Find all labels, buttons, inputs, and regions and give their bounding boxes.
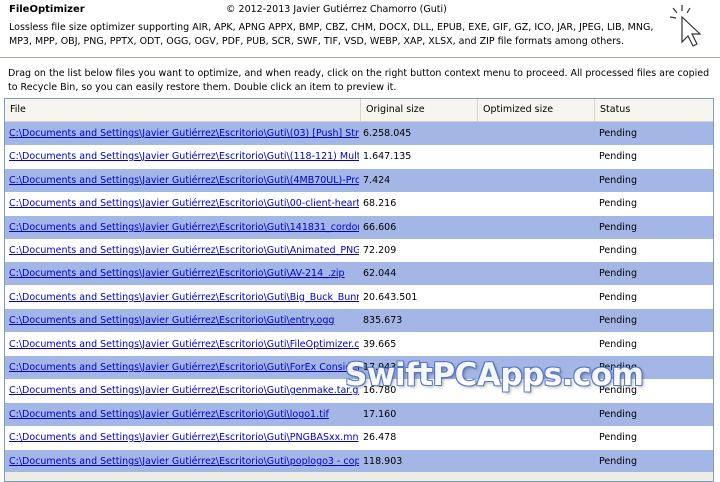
status-cell: Pending xyxy=(599,315,637,326)
app-header: FileOptimizer © 2012-2013 Javier Gutiérr… xyxy=(0,0,720,56)
file-path-cell[interactable]: C:\Documents and Settings\Javier Gutiérr… xyxy=(9,262,359,285)
cursor-click-icon xyxy=(669,5,702,47)
table-row[interactable]: C:\Documents and Settings\Javier Gutiérr… xyxy=(5,169,713,192)
status-cell: Pending xyxy=(599,128,637,139)
status-cell: Pending xyxy=(599,245,637,256)
file-path-cell[interactable]: C:\Documents and Settings\Javier Gutiérr… xyxy=(9,379,359,402)
original-size-cell: 17.160 xyxy=(363,409,397,420)
table-row[interactable]: C:\Documents and Settings\Javier Gutiérr… xyxy=(5,192,713,215)
table-row[interactable]: C:\Documents and Settings\Javier Gutiérr… xyxy=(5,426,713,449)
optimized-size-cell xyxy=(482,356,592,379)
original-size-cell: 16.780 xyxy=(363,385,397,396)
status-cell: Pending xyxy=(599,292,637,303)
column-header-original-size[interactable]: Original size xyxy=(361,99,478,121)
column-header-file[interactable]: File xyxy=(5,99,361,121)
optimized-size-cell xyxy=(482,333,592,356)
original-size-cell: 835.673 xyxy=(363,315,403,326)
file-path-cell[interactable]: C:\Documents and Settings\Javier Gutiérr… xyxy=(9,192,359,215)
optimized-size-cell xyxy=(482,145,592,168)
original-size-cell: 6.258.045 xyxy=(363,128,412,139)
status-cell: Pending xyxy=(599,339,637,350)
optimized-size-cell xyxy=(482,192,592,215)
table-row[interactable]: C:\Documents and Settings\Javier Gutiérr… xyxy=(5,450,713,473)
file-path-cell[interactable]: C:\Documents and Settings\Javier Gutiérr… xyxy=(9,239,359,262)
table-row[interactable]: C:\Documents and Settings\Javier Gutiérr… xyxy=(5,122,713,145)
file-path-cell[interactable]: C:\Documents and Settings\Javier Gutiérr… xyxy=(9,145,359,168)
list-header: File Original size Optimized size Status xyxy=(5,99,713,122)
optimized-size-cell xyxy=(482,169,592,192)
column-header-optimized-size[interactable]: Optimized size xyxy=(478,99,595,121)
original-size-cell: 7.424 xyxy=(363,175,391,186)
table-row[interactable]: C:\Documents and Settings\Javier Gutiérr… xyxy=(5,239,713,262)
file-path-cell[interactable]: C:\Documents and Settings\Javier Gutiérr… xyxy=(9,309,359,332)
table-row[interactable]: C:\Documents and Settings\Javier Gutiérr… xyxy=(5,403,713,426)
file-path-cell[interactable]: C:\Documents and Settings\Javier Gutiérr… xyxy=(9,426,359,449)
optimized-size-cell xyxy=(482,426,592,449)
original-size-cell: 68.216 xyxy=(363,198,397,209)
app-name: FileOptimizer xyxy=(9,4,85,15)
status-cell: Pending xyxy=(599,385,637,396)
optimized-size-cell xyxy=(482,403,592,426)
status-cell: Pending xyxy=(599,432,637,443)
table-row[interactable]: C:\Documents and Settings\Javier Gutiérr… xyxy=(5,145,713,168)
status-cell: Pending xyxy=(599,198,637,209)
optimized-size-cell xyxy=(482,262,592,285)
table-row[interactable]: C:\Documents and Settings\Javier Gutiérr… xyxy=(5,379,713,402)
file-path-cell[interactable]: C:\Documents and Settings\Javier Gutiérr… xyxy=(9,122,359,145)
app-description: Lossless file size optimizer supporting … xyxy=(9,22,654,47)
file-path-cell[interactable]: C:\Documents and Settings\Javier Gutiérr… xyxy=(9,403,359,426)
status-cell: Pending xyxy=(599,222,637,233)
original-size-cell: 1.647.135 xyxy=(363,151,412,162)
optimized-size-cell xyxy=(482,239,592,262)
table-row[interactable]: C:\Documents and Settings\Javier Gutiérr… xyxy=(5,309,713,332)
original-size-cell: 26.478 xyxy=(363,432,397,443)
copyright-text: © 2012-2013 Javier Gutiérrez Chamorro (G… xyxy=(226,4,447,15)
status-cell: Pending xyxy=(599,456,637,467)
table-row[interactable]: C:\Documents and Settings\Javier Gutiérr… xyxy=(5,216,713,239)
status-cell: Pending xyxy=(599,151,637,162)
table-row[interactable]: C:\Documents and Settings\Javier Gutiérr… xyxy=(5,356,713,379)
optimized-size-cell xyxy=(482,309,592,332)
original-size-cell: 62.044 xyxy=(363,268,397,279)
original-size-cell: 20.643.501 xyxy=(363,292,418,303)
original-size-cell: 118.903 xyxy=(363,456,403,467)
file-path-cell[interactable]: C:\Documents and Settings\Javier Gutiérr… xyxy=(9,356,359,379)
original-size-cell: 66.606 xyxy=(363,222,397,233)
file-path-cell[interactable]: C:\Documents and Settings\Javier Gutiérr… xyxy=(9,450,359,473)
table-row[interactable]: C:\Documents and Settings\Javier Gutiérr… xyxy=(5,333,713,356)
optimized-size-cell xyxy=(482,216,592,239)
header-divider xyxy=(0,57,720,59)
original-size-cell: 17.943 xyxy=(363,362,397,373)
file-path-cell[interactable]: C:\Documents and Settings\Javier Gutiérr… xyxy=(9,169,359,192)
status-cell: Pending xyxy=(599,409,637,420)
original-size-cell: 72.209 xyxy=(363,245,397,256)
status-cell: Pending xyxy=(599,362,637,373)
optimized-size-cell xyxy=(482,450,592,473)
file-path-cell[interactable]: C:\Documents and Settings\Javier Gutiérr… xyxy=(9,286,359,309)
file-path-cell[interactable]: C:\Documents and Settings\Javier Gutiérr… xyxy=(9,216,359,239)
status-cell: Pending xyxy=(599,175,637,186)
optimized-size-cell xyxy=(482,122,592,145)
status-cell: Pending xyxy=(599,268,637,279)
table-row[interactable]: C:\Documents and Settings\Javier Gutiérr… xyxy=(5,286,713,309)
original-size-cell: 39.665 xyxy=(363,339,397,350)
file-list[interactable]: File Original size Optimized size Status… xyxy=(4,98,714,482)
table-row[interactable]: C:\Documents and Settings\Javier Gutiérr… xyxy=(5,262,713,285)
optimized-size-cell xyxy=(482,286,592,309)
instructions-text: Drag on the list below files you want to… xyxy=(8,68,710,93)
column-header-status[interactable]: Status xyxy=(595,99,713,121)
file-path-cell[interactable]: C:\Documents and Settings\Javier Gutiérr… xyxy=(9,333,359,356)
optimized-size-cell xyxy=(482,379,592,402)
